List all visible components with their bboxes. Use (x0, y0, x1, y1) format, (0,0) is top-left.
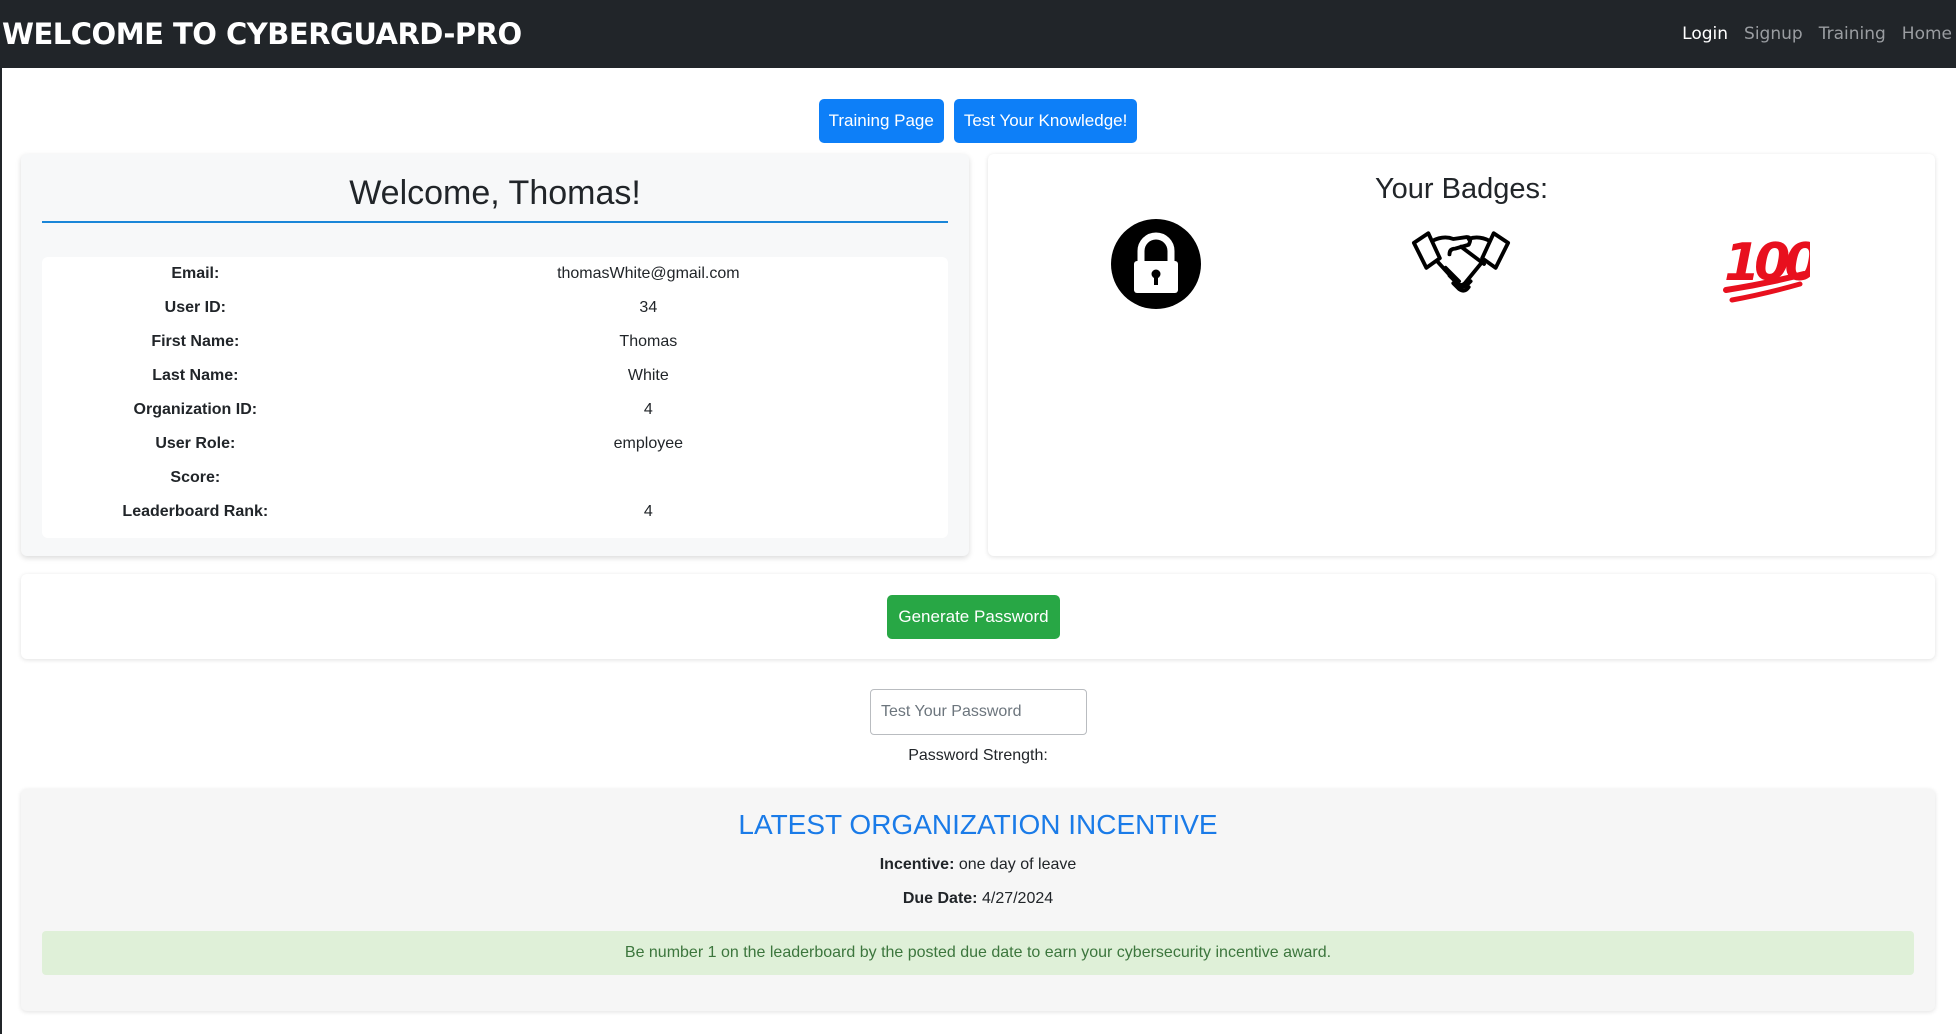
info-label: Email: (171, 265, 220, 282)
info-value: Thomas (619, 333, 678, 350)
badges-title: Your Badges: (1374, 173, 1549, 205)
incentive-line: Incentive: one day of leave (21, 856, 1935, 874)
info-value: thomasWhite@gmail.com (557, 265, 740, 282)
test-knowledge-button[interactable]: Test Your Knowledge! (953, 99, 1138, 143)
page-left-border (0, 68, 2, 1034)
incentive-card: LATEST ORGANIZATION INCENTIVE Incentive:… (21, 789, 1935, 1011)
info-label: Organization ID: (133, 401, 258, 418)
info-row-leaderboard-rank: Leaderboard Rank: 4 (42, 495, 948, 529)
info-row-email: Email: thomasWhite@gmail.com (42, 257, 948, 291)
info-row-score: Score: (42, 461, 948, 495)
password-test-input[interactable] (870, 689, 1087, 735)
hundred-points-icon: 100 (1715, 214, 1815, 314)
incentive-label: Incentive: (879, 856, 955, 873)
incentive-value: one day of leave (958, 856, 1077, 873)
nav-login-link[interactable]: Login (1682, 24, 1728, 44)
welcome-title: Welcome, Thomas! (349, 174, 641, 212)
navbar: WELCOME TO CYBERGUARD-PRO Login Signup T… (0, 0, 1956, 68)
info-value: 34 (639, 299, 658, 316)
info-label: User ID: (164, 299, 226, 316)
info-row-last-name: Last Name: White (42, 359, 948, 393)
handshake-icon (1411, 214, 1511, 314)
info-value: employee (613, 435, 684, 452)
user-info-table: Email: thomasWhite@gmail.com User ID: 34… (42, 257, 948, 538)
due-date-line: Due Date: 4/27/2024 (21, 890, 1935, 908)
badges-card: Your Badges: 100 (988, 154, 1935, 556)
welcome-card: Welcome, Thomas! Email: thomasWhite@gmai… (21, 154, 969, 556)
brand-title: WELCOME TO CYBERGUARD-PRO (2, 17, 522, 51)
welcome-divider (42, 221, 948, 223)
generate-password-button[interactable]: Generate Password (887, 595, 1060, 639)
generate-password-card: Generate Password (21, 574, 1935, 659)
due-date-label: Due Date: (902, 890, 978, 907)
info-label: First Name: (151, 333, 240, 350)
nav-home-link[interactable]: Home (1902, 24, 1952, 44)
info-row-user-role: User Role: employee (42, 427, 948, 461)
info-label: Score: (170, 469, 221, 486)
password-strength-label: Password Strength: (908, 747, 1048, 764)
nav-training-link[interactable]: Training (1819, 24, 1886, 44)
nav-signup-link[interactable]: Signup (1744, 24, 1803, 44)
lock-icon (1106, 214, 1206, 314)
info-value: White (627, 367, 669, 384)
info-row-organization-id: Organization ID: 4 (42, 393, 948, 427)
training-page-button[interactable]: Training Page (818, 99, 944, 143)
incentive-alert: Be number 1 on the leaderboard by the po… (42, 931, 1914, 975)
incentive-title: LATEST ORGANIZATION INCENTIVE (738, 809, 1218, 840)
info-row-first-name: First Name: Thomas (42, 325, 948, 359)
info-value: 4 (643, 503, 653, 520)
due-date-value: 4/27/2024 (981, 890, 1054, 907)
info-label: Leaderboard Rank: (122, 503, 269, 520)
top-buttons: Training Page Test Your Knowledge! (0, 99, 1956, 143)
info-label: Last Name: (152, 367, 239, 384)
info-value: 4 (643, 401, 653, 418)
info-row-user-id: User ID: 34 (42, 291, 948, 325)
info-label: User Role: (155, 435, 236, 452)
nav-links: Login Signup Training Home (1682, 24, 1952, 44)
